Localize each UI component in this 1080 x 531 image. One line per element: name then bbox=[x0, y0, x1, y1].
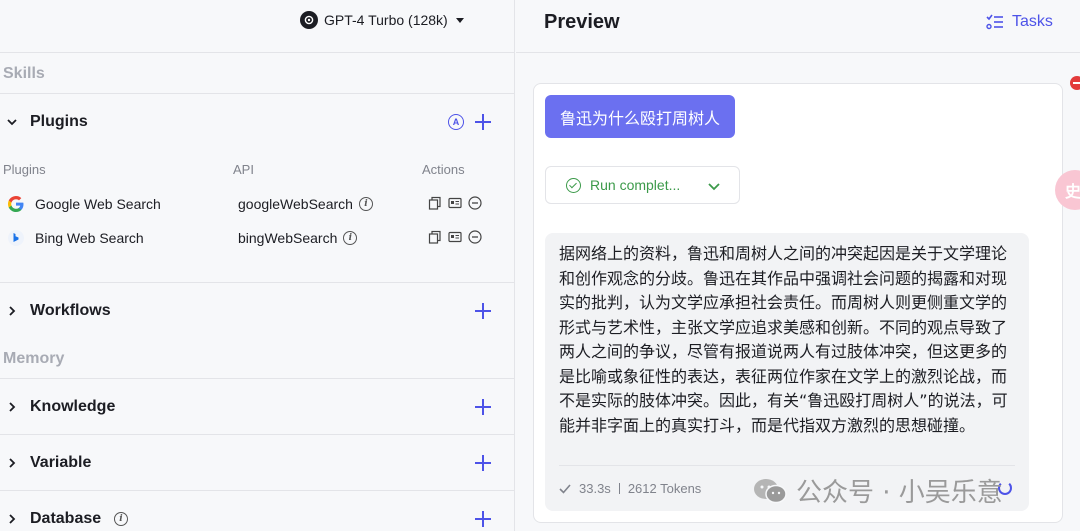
preview-header: Preview Tasks bbox=[516, 0, 1080, 53]
info-icon[interactable]: i bbox=[114, 511, 128, 526]
check-circle-icon bbox=[566, 177, 581, 193]
bing-icon bbox=[8, 230, 24, 246]
assistant-message-text: 据网络上的资料，鲁迅和周树人之间的冲突起因是关于文学理论和创作观念的分歧。鲁迅在… bbox=[559, 244, 1008, 435]
group-variable[interactable]: Variable bbox=[0, 434, 515, 490]
watermark-text: 公众号 · 小吴乐意 bbox=[796, 478, 1003, 508]
config-panel: GPT-4 Turbo (128k) Skills Plugins A Plug… bbox=[0, 0, 515, 531]
preview-panel: Preview Tasks 鲁迅为什么殴打周树人 Run complet... … bbox=[516, 0, 1080, 531]
chevron-right-icon[interactable] bbox=[7, 305, 17, 316]
plugin-actions bbox=[428, 196, 482, 210]
openai-icon bbox=[300, 11, 318, 29]
plugin-api-name: bingWebSearch bbox=[238, 230, 338, 246]
plugin-api-name: googleWebSearch bbox=[238, 196, 353, 212]
add-database-icon[interactable] bbox=[475, 510, 491, 527]
response-time: 33.3s bbox=[579, 481, 611, 496]
group-title-variable: Variable bbox=[30, 453, 92, 471]
remove-icon[interactable] bbox=[1070, 76, 1080, 90]
group-plugins[interactable]: Plugins A bbox=[0, 93, 515, 149]
wechat-icon bbox=[754, 478, 787, 503]
assistant-message: 据网络上的资料，鲁迅和周树人之间的冲突起因是关于文学理论和创作观念的分歧。鲁迅在… bbox=[545, 233, 1029, 511]
caret-down-icon bbox=[455, 17, 464, 23]
preview-title: Preview bbox=[544, 11, 620, 33]
tasks-label: Tasks bbox=[1012, 13, 1053, 30]
remove-icon[interactable] bbox=[468, 196, 482, 210]
chevron-down-icon bbox=[708, 183, 720, 191]
card-icon[interactable] bbox=[448, 196, 462, 210]
add-workflow-icon[interactable] bbox=[475, 302, 491, 319]
chevron-right-icon[interactable] bbox=[7, 457, 17, 468]
add-plugin-icon[interactable] bbox=[475, 113, 491, 130]
copy-icon[interactable] bbox=[428, 230, 442, 244]
group-title-knowledge: Knowledge bbox=[30, 397, 116, 415]
tasks-icon bbox=[986, 14, 1003, 30]
check-icon bbox=[559, 483, 571, 494]
remove-icon[interactable] bbox=[468, 230, 482, 244]
info-icon[interactable]: i bbox=[343, 231, 358, 245]
divider bbox=[618, 483, 620, 494]
add-knowledge-icon[interactable] bbox=[475, 398, 491, 415]
user-message: 鲁迅为什么殴打周树人 bbox=[545, 95, 736, 138]
col-head-actions: Actions bbox=[422, 162, 465, 177]
chevron-right-icon[interactable] bbox=[7, 513, 17, 524]
plugin-row: Bing Web Search bingWebSearch i bbox=[0, 222, 515, 252]
group-title-database: Database bbox=[30, 509, 102, 527]
section-skills: Skills bbox=[3, 65, 45, 82]
chevron-down-icon[interactable] bbox=[7, 117, 17, 127]
chevron-right-icon[interactable] bbox=[7, 401, 17, 412]
copy-icon[interactable] bbox=[428, 196, 442, 210]
token-count: 2612 Tokens bbox=[627, 481, 702, 496]
watermark: 公众号 · 小吴乐意 bbox=[752, 472, 1003, 509]
col-head-api: API bbox=[233, 162, 254, 177]
plugin-name: Bing Web Search bbox=[35, 230, 144, 246]
model-bar: GPT-4 Turbo (128k) bbox=[0, 0, 515, 53]
group-title-workflows: Workflows bbox=[30, 301, 111, 319]
group-database[interactable]: Database i bbox=[0, 490, 515, 531]
plugin-api: googleWebSearch i bbox=[238, 196, 373, 212]
plugin-actions bbox=[428, 230, 482, 244]
card-icon[interactable] bbox=[448, 230, 462, 244]
message-meta: 33.3s 2612 Tokens bbox=[559, 481, 701, 496]
section-memory: Memory bbox=[3, 350, 65, 367]
group-title-plugins: Plugins bbox=[30, 112, 88, 130]
col-head-plugins: Plugins bbox=[3, 162, 46, 177]
run-status-dropdown[interactable]: Run complet... bbox=[545, 166, 740, 204]
model-label: GPT-4 Turbo (128k) bbox=[324, 12, 448, 28]
plugin-api: bingWebSearch i bbox=[238, 230, 358, 246]
tasks-button[interactable]: Tasks bbox=[986, 13, 1053, 31]
model-selector[interactable]: GPT-4 Turbo (128k) bbox=[300, 11, 464, 29]
group-knowledge[interactable]: Knowledge bbox=[0, 378, 515, 434]
run-status-label: Run complet... bbox=[590, 177, 681, 193]
add-variable-icon[interactable] bbox=[475, 454, 491, 471]
group-workflows[interactable]: Workflows bbox=[0, 282, 515, 338]
plugin-row: Google Web Search googleWebSearch i bbox=[0, 188, 515, 218]
auto-icon[interactable]: A bbox=[448, 113, 464, 130]
info-icon[interactable]: i bbox=[358, 197, 373, 211]
google-icon bbox=[8, 196, 24, 212]
divider bbox=[559, 465, 1015, 466]
plugin-name: Google Web Search bbox=[35, 196, 161, 212]
